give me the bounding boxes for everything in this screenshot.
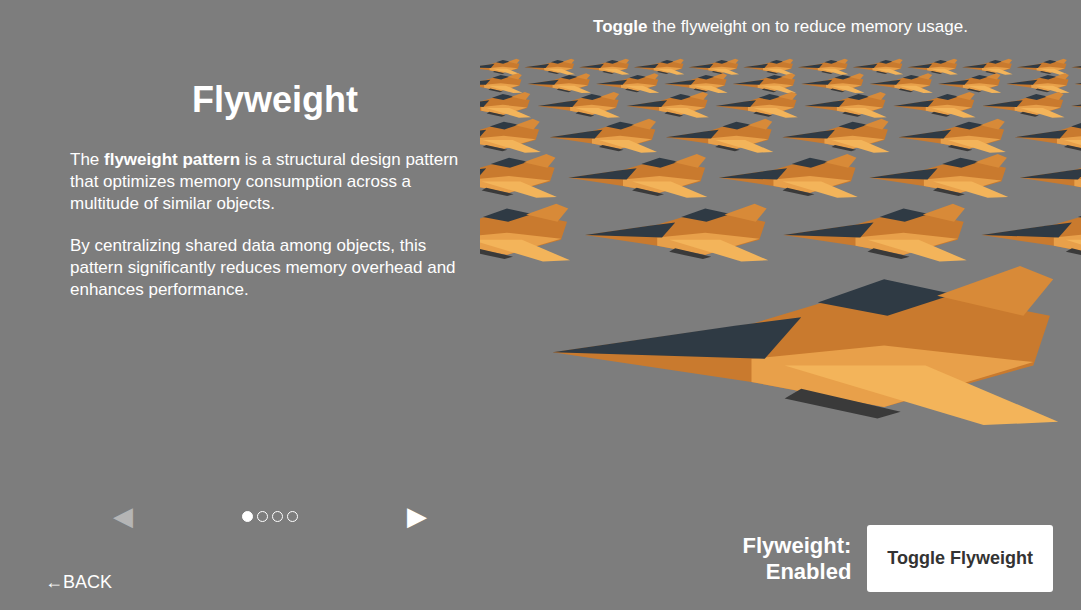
page-dot[interactable] — [242, 511, 253, 522]
paragraph: By centralizing shared data among object… — [70, 235, 480, 301]
bold-text: flyweight pattern — [104, 150, 240, 169]
fleet-scene — [480, 38, 1081, 525]
page-dot[interactable] — [272, 511, 283, 522]
demo-screen: Flyweight The flyweight pattern is a str… — [0, 0, 1081, 610]
back-button[interactable]: ←BACK — [45, 569, 480, 596]
next-button[interactable]: ▶ — [399, 499, 435, 533]
status-label: Flyweight: — [743, 533, 852, 558]
ships-icon — [480, 38, 1081, 525]
status-value: Enabled — [743, 559, 852, 584]
hint-text: Toggle the flyweight on to reduce memory… — [593, 16, 968, 38]
page-dots — [242, 511, 298, 522]
text-segment: The — [70, 150, 104, 169]
page-dot[interactable] — [257, 511, 268, 522]
info-panel: Flyweight The flyweight pattern is a str… — [0, 0, 480, 610]
toggle-button[interactable]: Toggle Flyweight — [867, 525, 1053, 592]
description: The flyweight pattern is a structural de… — [70, 149, 480, 321]
previous-button: ◀ — [105, 499, 141, 533]
text-segment: the flyweight on to reduce memory usage. — [648, 17, 968, 36]
paragraph: The flyweight pattern is a structural de… — [70, 149, 480, 215]
control-bar: Flyweight: Enabled Toggle Flyweight — [480, 525, 1081, 610]
flyweight-status: Flyweight: Enabled — [743, 533, 852, 584]
scene-panel: Toggle the flyweight on to reduce memory… — [480, 0, 1081, 610]
page-title: Flyweight — [70, 78, 480, 121]
bold-text: Toggle — [593, 17, 647, 36]
text-segment: By centralizing shared data among object… — [70, 236, 456, 299]
pager: ◀ ▶ — [105, 499, 435, 533]
page-dot[interactable] — [287, 511, 298, 522]
